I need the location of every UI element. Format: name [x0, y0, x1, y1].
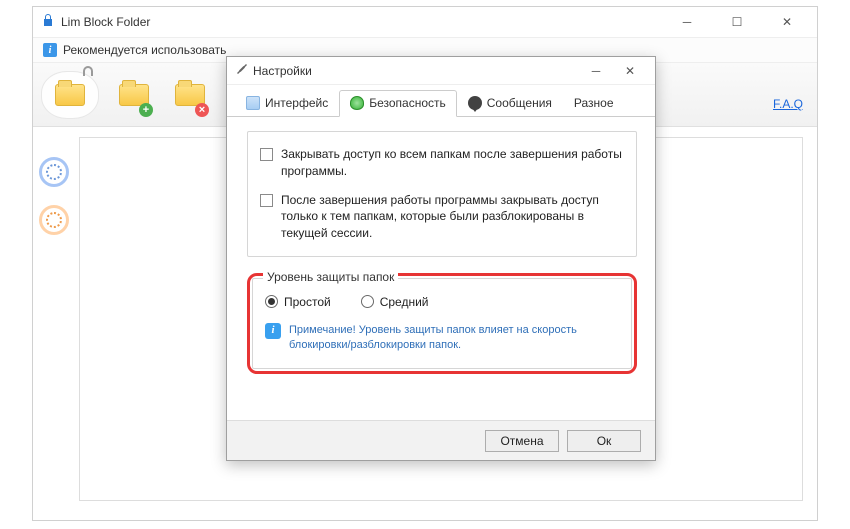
locked-status-icon[interactable] [39, 157, 69, 187]
folder-unlock-icon [55, 84, 85, 106]
maximize-button[interactable]: ☐ [723, 11, 751, 33]
window-icon [246, 96, 260, 110]
checkbox-close-all-label: Закрывать доступ ко всем папкам после за… [281, 146, 624, 180]
minimize-button[interactable]: ─ [673, 11, 701, 33]
tab-security[interactable]: Безопасность [339, 90, 457, 117]
lock-icon [41, 13, 55, 32]
info-icon: i [43, 43, 57, 57]
checkbox-close-session[interactable]: После завершения работы программы закрыв… [260, 192, 624, 242]
settings-dialog: Настройки ─ ✕ Интерфейс Безопасность Соо… [226, 56, 656, 461]
remove-folder-button[interactable]: × [161, 71, 219, 119]
shield-icon [350, 96, 364, 110]
tab-other[interactable]: Разное [563, 90, 625, 117]
settings-tabs: Интерфейс Безопасность Сообщения Разное [227, 85, 655, 117]
settings-close-button[interactable]: ✕ [613, 59, 647, 83]
cancel-button[interactable]: Отмена [485, 430, 559, 452]
settings-titlebar[interactable]: Настройки ─ ✕ [227, 57, 655, 85]
unlock-folder-button[interactable] [41, 71, 99, 119]
main-window-title: Lim Block Folder [61, 15, 150, 29]
checkbox-close-all[interactable]: Закрывать доступ ко всем папкам после за… [260, 146, 624, 180]
tab-interface[interactable]: Интерфейс [235, 90, 339, 117]
radio-icon [361, 295, 374, 308]
protection-note: i Примечание! Уровень защиты папок влияе… [265, 323, 619, 354]
tab-interface-label: Интерфейс [265, 96, 328, 110]
unlocked-status-icon[interactable] [39, 205, 69, 235]
tab-messages[interactable]: Сообщения [457, 90, 563, 117]
main-titlebar[interactable]: Lim Block Folder ─ ☐ ✕ [33, 7, 817, 37]
info-icon: i [265, 323, 281, 339]
radio-simple-label: Простой [284, 295, 331, 309]
radio-medium-label: Средний [380, 295, 429, 309]
tools-icon [235, 62, 249, 79]
protection-note-text: Примечание! Уровень защиты папок влияет … [289, 323, 619, 354]
info-bar-text: Рекомендуется использовать [63, 43, 226, 57]
bubble-icon [468, 96, 482, 110]
ok-button[interactable]: Ок [567, 430, 641, 452]
faq-link[interactable]: F.A.Q [773, 97, 803, 111]
settings-minimize-button[interactable]: ─ [579, 59, 613, 83]
checkbox-icon [260, 148, 273, 161]
checkbox-close-session-label: После завершения работы программы закрыв… [281, 192, 624, 242]
radio-medium[interactable]: Средний [361, 295, 429, 309]
cross-badge-icon: × [195, 103, 209, 117]
protection-level-legend: Уровень защиты папок [263, 270, 398, 284]
protection-level-group: Уровень защиты папок Простой Средний i П… [252, 278, 632, 369]
tab-other-label: Разное [574, 96, 614, 110]
settings-title: Настройки [253, 64, 312, 78]
add-folder-button[interactable]: + [105, 71, 163, 119]
close-access-group: Закрывать доступ ко всем папкам после за… [247, 131, 637, 257]
close-button[interactable]: ✕ [773, 11, 801, 33]
tab-messages-label: Сообщения [487, 96, 552, 110]
plus-badge-icon: + [139, 103, 153, 117]
protection-level-highlight: Уровень защиты папок Простой Средний i П… [247, 273, 637, 374]
open-padlock-icon [83, 66, 93, 76]
radio-icon [265, 295, 278, 308]
settings-footer: Отмена Ок [227, 420, 655, 460]
radio-simple[interactable]: Простой [265, 295, 331, 309]
tab-security-label: Безопасность [369, 96, 446, 110]
checkbox-icon [260, 194, 273, 207]
